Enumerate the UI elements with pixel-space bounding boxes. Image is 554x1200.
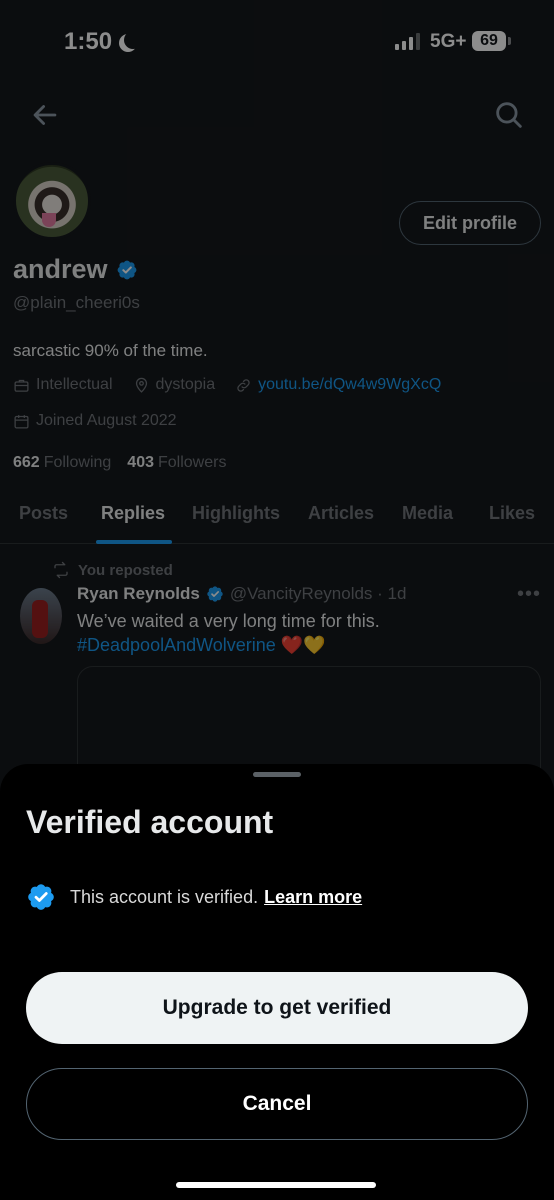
home-indicator[interactable] <box>176 1182 376 1188</box>
search-icon[interactable] <box>492 98 526 132</box>
verified-message: This account is verified. <box>70 886 259 907</box>
more-options-icon[interactable]: ••• <box>517 583 541 606</box>
signal-icon <box>395 32 420 50</box>
category-item: Intellectual <box>13 376 113 394</box>
upgrade-to-get-verified-button[interactable]: Upgrade to get verified <box>26 972 528 1044</box>
category-text: Intellectual <box>36 376 113 393</box>
tab-replies[interactable]: Replies <box>101 503 165 524</box>
location-pin-icon <box>135 377 147 393</box>
profile-bio: sarcastic 90% of the time. <box>13 341 208 360</box>
joined-row: Joined August 2022 <box>13 412 177 430</box>
verified-badge-icon[interactable] <box>116 259 138 281</box>
following-count: 662 <box>13 454 40 471</box>
verified-badge-icon <box>28 884 54 910</box>
post-header: Ryan Reynolds @VancityReynolds · 1d <box>77 584 406 604</box>
location-item: dystopia <box>133 376 216 394</box>
website-link[interactable]: youtu.be/dQw4w9WgXcQ <box>258 376 441 394</box>
back-arrow-icon[interactable] <box>28 98 62 132</box>
following-link[interactable]: 662 Following <box>13 454 111 472</box>
briefcase-icon <box>14 379 29 392</box>
follow-stats: 662 Following 403 Followers <box>13 454 226 472</box>
profile-meta: Intellectual dystopia youtu.be/dQw4w9WgX… <box>13 376 441 394</box>
location-text: dystopia <box>155 376 216 393</box>
followers-label: Followers <box>158 454 227 471</box>
website-item[interactable]: youtu.be/dQw4w9WgXcQ <box>235 376 441 394</box>
network-type: 5G+ <box>430 31 467 52</box>
profile-name: andrew <box>13 254 108 284</box>
verified-badge-icon <box>207 586 223 602</box>
post-author-avatar[interactable] <box>20 588 62 644</box>
status-bar: 1:50 5G+ 69 <box>0 0 554 84</box>
post-text: We’ve waited a very long time for this. … <box>77 609 380 657</box>
repost-icon <box>54 561 68 579</box>
link-icon <box>237 378 250 392</box>
learn-more-link[interactable]: Learn more <box>264 887 362 907</box>
verified-account-sheet: Verified account This account is verifie… <box>0 764 554 1200</box>
post-author-name[interactable]: Ryan Reynolds <box>77 584 200 604</box>
post-emojis: ❤️💛 <box>280 635 326 655</box>
status-time: 1:50 <box>64 28 136 56</box>
tab-posts[interactable]: Posts <box>19 503 68 524</box>
edit-profile-button[interactable]: Edit profile <box>399 201 541 245</box>
tab-media[interactable]: Media <box>402 503 453 524</box>
calendar-icon <box>14 414 29 429</box>
repost-text: You reposted <box>78 561 173 579</box>
battery-icon: 69 <box>472 31 511 51</box>
joined-text: Joined August 2022 <box>36 412 177 429</box>
sheet-title: Verified account <box>26 804 274 840</box>
tab-likes[interactable]: Likes <box>489 503 535 524</box>
tab-highlights[interactable]: Highlights <box>192 503 280 524</box>
following-label: Following <box>43 454 112 471</box>
tab-articles[interactable]: Articles <box>308 503 374 524</box>
post-author-handle: @VancityReynolds · 1d <box>229 584 407 603</box>
post-hashtag[interactable]: #DeadpoolAndWolverine <box>77 635 276 655</box>
profile-handle: @plain_cheeri0s <box>13 293 140 312</box>
active-tab-indicator <box>96 540 172 544</box>
post-body: We’ve waited a very long time for this. <box>77 611 380 631</box>
followers-link[interactable]: 403 Followers <box>127 454 226 472</box>
verified-message-row: This account is verified. Learn more <box>26 882 362 912</box>
profile-name-row: andrew <box>13 254 138 285</box>
avatar[interactable] <box>13 162 91 240</box>
profile-tabs: Posts Replies Highlights Articles Media … <box>0 490 554 544</box>
moon-icon <box>124 31 142 49</box>
cancel-button[interactable]: Cancel <box>26 1068 528 1140</box>
repost-label-row: You reposted <box>52 561 173 579</box>
followers-count: 403 <box>127 454 154 471</box>
sheet-grabber[interactable] <box>253 772 301 777</box>
time-text: 1:50 <box>64 28 113 55</box>
